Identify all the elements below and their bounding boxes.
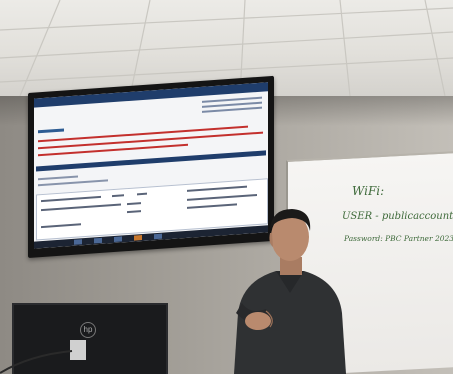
table-cell <box>41 203 121 212</box>
table-cell <box>127 210 141 214</box>
whiteboard-line-2: USER - publicaccount <box>342 211 453 222</box>
table-cell <box>187 193 257 201</box>
screen-text-line <box>38 179 108 187</box>
table-cell <box>41 223 81 229</box>
taskbar-icon <box>134 235 142 241</box>
table-cell <box>187 185 247 192</box>
presenter <box>234 209 346 374</box>
hp-logo: hp <box>80 322 96 338</box>
screen-text-line <box>38 175 78 181</box>
screen-header-text <box>202 96 262 113</box>
screen-heading <box>38 128 64 134</box>
photo-scene: WiFi: USER - publicaccount Password: PBC… <box>0 0 453 374</box>
cable <box>0 350 73 374</box>
taskbar-icon <box>154 233 162 240</box>
table-cell <box>137 192 147 196</box>
taskbar-icon <box>74 239 82 245</box>
hands <box>245 312 271 330</box>
whiteboard-line-3: Password: PBC Partner 2023 <box>343 234 453 243</box>
taskbar-icon <box>94 237 102 244</box>
table-cell <box>127 202 141 206</box>
taskbar-icon <box>114 236 122 242</box>
table-cell <box>112 194 124 198</box>
table-cell <box>41 195 101 203</box>
whiteboard-line-1: WiFi: <box>352 184 384 198</box>
